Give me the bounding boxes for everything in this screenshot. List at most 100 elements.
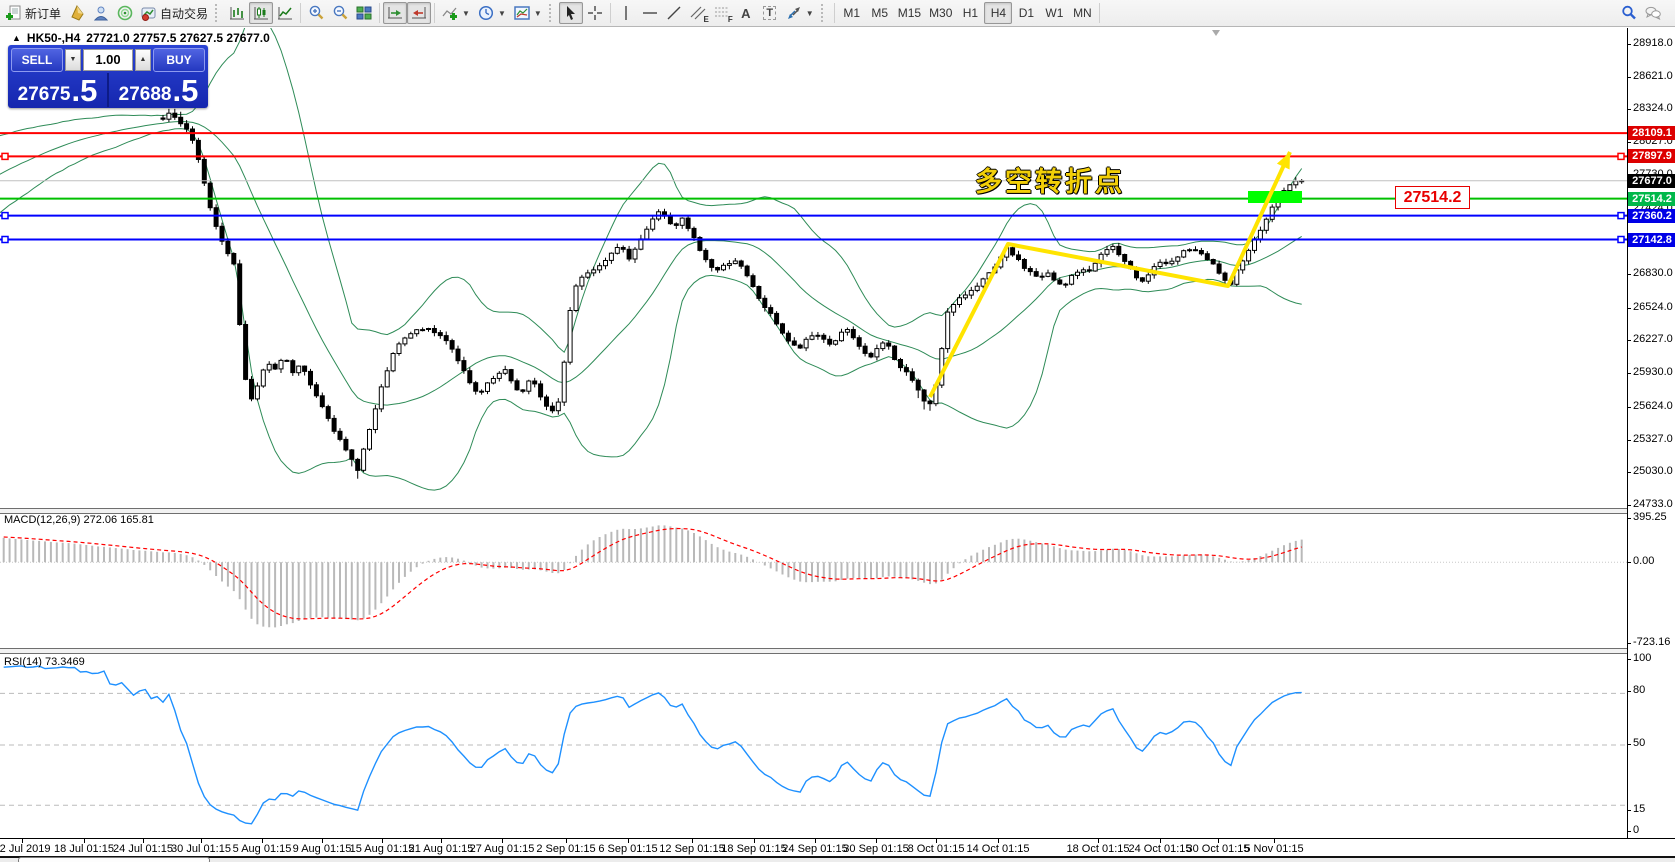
pane-splitter[interactable] (0, 648, 1627, 654)
date-axis-label: 9 Aug 01:15 (293, 843, 352, 855)
toolbar: 新订单 自动交易 (0, 0, 1675, 27)
timeframe-m30[interactable]: M30 (925, 2, 956, 24)
text-tool-button[interactable]: A (734, 2, 758, 24)
price-axis-label: 28324.0 (1633, 102, 1673, 114)
navigator-button[interactable] (89, 2, 113, 24)
price-level-label[interactable]: 27514.2 (1395, 186, 1470, 209)
date-axis-label: 18 Sep 01:15 (721, 843, 786, 855)
price-axis[interactable]: 28918.028621.028324.028027.027730.027424… (1627, 28, 1675, 838)
arrows-caret-icon[interactable]: ▼ (806, 9, 814, 18)
volume-increase-button[interactable]: ▲ (135, 49, 151, 71)
vertical-line-tool-button[interactable] (614, 2, 638, 24)
new-order-button[interactable]: 新订单 (2, 2, 65, 24)
timeframe-h4[interactable]: H4 (984, 2, 1012, 24)
chat-button[interactable] (1641, 2, 1665, 24)
one-click-trading-panel: SELL ▼ 1.00 ▲ BUY 27675 .5 27688 .5 (8, 45, 208, 108)
timeframe-m15[interactable]: M15 (894, 2, 925, 24)
date-axis-label: 5 Aug 01:15 (233, 843, 292, 855)
ohlc-values: 27721.0 27757.5 27627.5 27677.0 (86, 31, 270, 45)
crosshair-tool-button[interactable] (583, 2, 607, 24)
scrollbar-thumb[interactable] (18, 857, 210, 862)
collapse-panel-arrow[interactable]: ▲ (12, 33, 21, 43)
cursor-tool-button[interactable] (559, 2, 583, 24)
timeframe-m5[interactable]: M5 (866, 2, 894, 24)
rsi-label: RSI(14) 73.3469 (4, 656, 85, 668)
price-badge: 27677.0 (1628, 174, 1675, 188)
market-watch-button[interactable] (65, 2, 89, 24)
templates-button[interactable]: ▼ (510, 2, 546, 24)
horizontal-line-tool-button[interactable] (638, 2, 662, 24)
toolbar-separator (379, 3, 380, 23)
axis-tick (1628, 472, 1631, 473)
bar-chart-button[interactable] (225, 2, 249, 24)
turning-point-annotation[interactable]: 多空转折点 (975, 160, 1125, 199)
date-tick (382, 839, 383, 843)
indicators-icon (442, 5, 458, 21)
axis-tick (1628, 109, 1631, 110)
price-badge: 27360.2 (1628, 209, 1675, 223)
timeframe-w1[interactable]: W1 (1040, 2, 1068, 24)
candlestick-chart-button[interactable] (249, 2, 273, 24)
date-axis[interactable]: 12 Jul 201918 Jul 01:1524 Jul 01:1530 Ju… (0, 838, 1675, 857)
line-chart-button[interactable] (273, 2, 297, 24)
macd-axis-label: 0.00 (1633, 555, 1654, 567)
zoom-out-icon (332, 5, 348, 21)
periods-caret-icon[interactable]: ▼ (498, 9, 506, 18)
pane-splitter[interactable] (0, 508, 1627, 514)
terminal-button[interactable] (113, 2, 137, 24)
indicators-button[interactable]: ▼ (438, 2, 474, 24)
date-axis-label: 2 Sep 01:15 (536, 843, 595, 855)
buy-price[interactable]: 27688 .5 (109, 73, 208, 107)
sell-button[interactable]: SELL (11, 48, 63, 72)
horizontal-scrollbar[interactable] (0, 856, 1675, 862)
volume-input[interactable]: 1.00 (83, 49, 133, 71)
axis-tick (1628, 744, 1631, 745)
timeframe-mn[interactable]: MN (1068, 2, 1096, 24)
price-badge: 27514.2 (1628, 192, 1675, 206)
price-axis-label: 25327.0 (1633, 433, 1673, 445)
date-tick (936, 839, 937, 843)
timeframe-d1[interactable]: D1 (1012, 2, 1040, 24)
navigator-icon (93, 5, 109, 21)
date-axis-label: 5 Nov 01:15 (1244, 843, 1303, 855)
buy-button[interactable]: BUY (153, 48, 205, 72)
trend-annotation-layer[interactable] (0, 28, 1627, 508)
volume-decrease-button[interactable]: ▼ (65, 49, 81, 71)
tile-windows-button[interactable] (352, 2, 376, 24)
price-axis-label: 25030.0 (1633, 465, 1673, 477)
fibonacci-tool-button[interactable]: F (710, 2, 734, 24)
indicators-caret-icon[interactable]: ▼ (462, 9, 470, 18)
line-chart-icon (277, 5, 293, 21)
zoom-in-button[interactable] (304, 2, 328, 24)
text-label-tool-button[interactable]: T (758, 2, 782, 24)
periods-button[interactable]: ▼ (474, 2, 510, 24)
auto-scroll-button[interactable] (383, 2, 407, 24)
date-axis-label: 30 Oct 01:15 (1187, 843, 1250, 855)
date-tick (754, 839, 755, 843)
sell-price[interactable]: 27675 .5 (8, 73, 107, 107)
date-tick (322, 839, 323, 843)
equidistant-channel-tool-button[interactable]: E (686, 2, 710, 24)
axis-tick (1628, 831, 1631, 832)
macd-axis-label: -723.16 (1633, 636, 1670, 648)
arrows-tool-button[interactable]: ▼ (782, 2, 818, 24)
price-badge: 28109.1 (1628, 126, 1675, 140)
new-order-label: 新订单 (25, 5, 61, 22)
date-axis-label: 18 Oct 01:15 (1067, 843, 1130, 855)
timeframe-h1[interactable]: H1 (956, 2, 984, 24)
zoom-out-button[interactable] (328, 2, 352, 24)
arrows-icon (786, 5, 802, 21)
price-axis-label: 26227.0 (1633, 333, 1673, 345)
macd-label: MACD(12,26,9) 272.06 165.81 (4, 514, 154, 526)
date-axis-label: 24 Jul 01:15 (113, 843, 173, 855)
search-button[interactable] (1617, 2, 1641, 24)
toolbar-separator (834, 3, 835, 23)
autotrading-button[interactable]: 自动交易 (137, 2, 212, 24)
timeframe-m1[interactable]: M1 (838, 2, 866, 24)
text-label-icon: T (763, 6, 776, 20)
chart-shift-button[interactable] (407, 2, 431, 24)
autotrading-icon (141, 5, 157, 21)
trendline-tool-button[interactable] (662, 2, 686, 24)
templates-caret-icon[interactable]: ▼ (534, 9, 542, 18)
text-tool-icon: A (741, 6, 750, 21)
